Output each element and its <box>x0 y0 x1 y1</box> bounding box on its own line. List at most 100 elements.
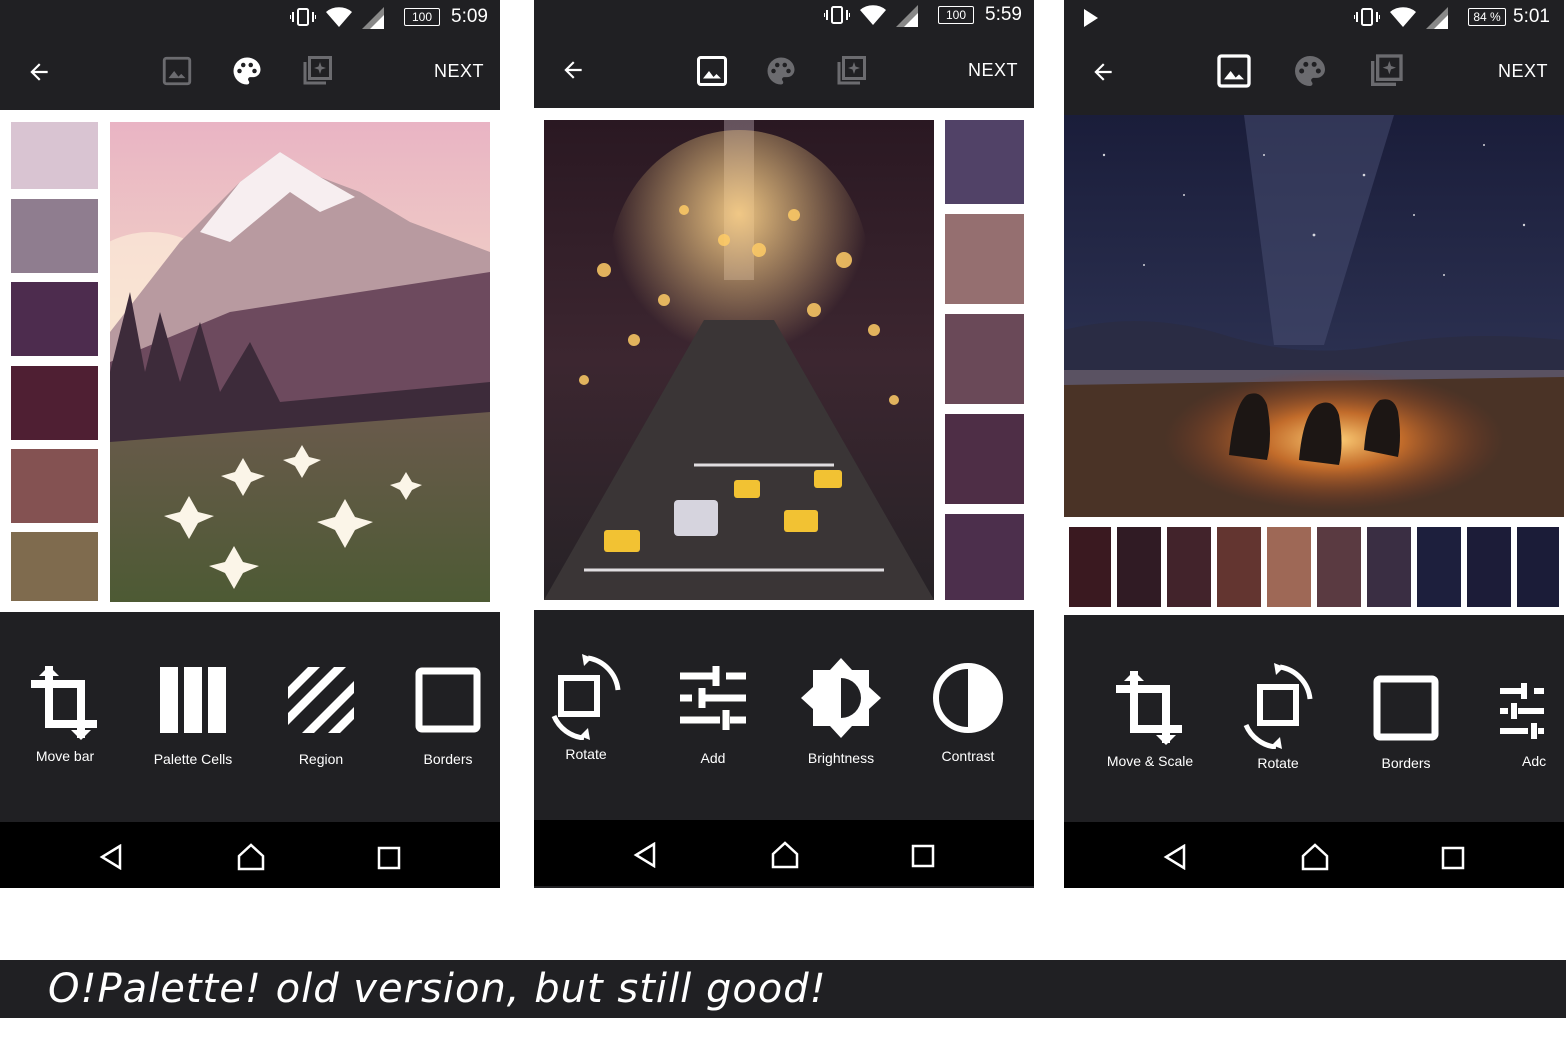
nav-home-icon[interactable] <box>236 842 266 872</box>
tool-label: Brightness <box>807 750 875 766</box>
tool-add[interactable]: Add <box>653 666 773 766</box>
phone-screen-1: 100 5:09 NEXT Move bar Palette Cells Reg… <box>0 0 500 888</box>
tool-region[interactable]: Region <box>261 667 381 767</box>
tool-brightness[interactable]: Brightness <box>781 658 901 766</box>
palette-cell[interactable] <box>1217 527 1261 607</box>
status-time: 5:59 <box>985 4 1022 25</box>
tool-borders[interactable]: Borders <box>1346 675 1466 771</box>
tool-bar: Move bar Palette Cells Region Borders <box>0 612 500 822</box>
crop-icon <box>1116 671 1182 745</box>
palette-cell[interactable] <box>1069 527 1111 607</box>
tab-effects-icon[interactable] <box>1366 51 1406 91</box>
nav-back-icon[interactable] <box>632 842 658 868</box>
palette-cell[interactable] <box>1317 527 1361 607</box>
tool-borders[interactable]: Borders <box>388 667 500 767</box>
tool-label: Borders <box>1381 755 1431 771</box>
tool-label: Contrast <box>941 748 995 764</box>
palette-cell[interactable] <box>11 449 98 523</box>
palette-preview <box>534 108 1034 610</box>
status-bar: 84 % 5:01 <box>1064 0 1564 36</box>
battery-indicator: 84 % <box>1468 8 1506 26</box>
toolbar: NEXT <box>1064 36 1564 110</box>
vibrate-icon <box>290 8 316 26</box>
nav-home-icon[interactable] <box>770 840 800 870</box>
nav-recents-icon[interactable] <box>1441 846 1465 870</box>
system-nav-bar <box>534 820 1034 886</box>
palette-cell[interactable] <box>1167 527 1211 607</box>
palette-cell[interactable] <box>945 414 1024 504</box>
phone-screen-3: 84 % 5:01 NEXT Move & Scale Rotate Borde… <box>1064 0 1564 888</box>
palette-cell[interactable] <box>11 366 98 440</box>
borders-icon <box>415 667 481 733</box>
mountain-photo <box>110 122 490 602</box>
status-time: 5:09 <box>451 6 488 27</box>
palette-cell[interactable] <box>945 314 1024 404</box>
tool-rotate[interactable]: Rotate <box>534 654 646 762</box>
tab-image-icon[interactable] <box>160 54 194 88</box>
tab-image-icon[interactable] <box>1214 51 1254 91</box>
nav-back-icon[interactable] <box>98 844 124 870</box>
palette-cell[interactable] <box>11 282 98 356</box>
battery-indicator: 100 <box>404 8 440 26</box>
tool-label: Add <box>700 750 726 766</box>
tool-contrast[interactable]: Contrast <box>908 662 1028 764</box>
toolbar: NEXT <box>534 36 1034 110</box>
nav-recents-icon[interactable] <box>377 846 401 870</box>
tab-palette-icon[interactable] <box>763 53 799 89</box>
campfire-night-photo <box>1064 115 1564 517</box>
tool-label: Borders <box>423 751 473 767</box>
back-arrow-icon[interactable] <box>26 59 52 85</box>
palette-cell[interactable] <box>11 532 98 601</box>
next-button[interactable]: NEXT <box>1498 61 1548 82</box>
wifi-icon <box>1390 7 1416 27</box>
palette-cell[interactable] <box>1367 527 1411 607</box>
back-arrow-icon[interactable] <box>560 57 586 83</box>
tool-palette-cells[interactable]: Palette Cells <box>133 667 253 767</box>
palette-cell[interactable] <box>945 514 1024 600</box>
palette-cell[interactable] <box>1517 527 1559 607</box>
tab-palette-icon[interactable] <box>229 53 265 89</box>
tune-icon <box>680 666 746 730</box>
palette-cell[interactable] <box>945 214 1024 304</box>
palette-cell[interactable] <box>1467 527 1511 607</box>
tool-move-bar[interactable]: Move bar <box>5 662 125 764</box>
contrast-icon <box>933 663 1003 733</box>
nav-back-icon[interactable] <box>1162 844 1188 870</box>
signal-icon <box>1426 7 1448 29</box>
toolbar: NEXT <box>0 36 500 110</box>
tool-label: Rotate <box>1257 755 1299 771</box>
phone-screen-2: 100 5:59 NEXT Rotate Add Brightness Cont… <box>534 0 1034 888</box>
city-street-photo <box>544 120 934 600</box>
tool-add[interactable]: Adc <box>1474 683 1564 769</box>
palette-cell[interactable] <box>11 199 98 273</box>
palette-cell[interactable] <box>11 122 98 189</box>
tool-label: Move bar <box>35 748 95 764</box>
nav-home-icon[interactable] <box>1300 842 1330 872</box>
tab-effects-icon[interactable] <box>833 53 869 89</box>
status-bar: 100 5:59 <box>534 0 1034 36</box>
rotate-icon <box>551 654 621 740</box>
borders-icon <box>1373 675 1439 741</box>
tool-bar: Rotate Add Brightness Contrast <box>534 610 1034 820</box>
palette-cell[interactable] <box>1267 527 1311 607</box>
vibrate-icon <box>1354 8 1380 26</box>
tab-palette-icon[interactable] <box>1290 51 1330 91</box>
palette-cell[interactable] <box>1417 527 1461 607</box>
status-time: 5:01 <box>1513 6 1550 27</box>
brightness-icon <box>801 658 881 738</box>
tool-rotate[interactable]: Rotate <box>1218 663 1338 771</box>
tool-move-scale[interactable]: Move & Scale <box>1090 667 1210 769</box>
status-bar: 100 5:09 <box>0 0 500 36</box>
palette-cell[interactable] <box>1117 527 1161 607</box>
palette-cell[interactable] <box>945 120 1024 204</box>
next-button[interactable]: NEXT <box>968 60 1018 81</box>
next-button[interactable]: NEXT <box>434 61 484 82</box>
tab-effects-icon[interactable] <box>299 53 335 89</box>
tab-image-icon[interactable] <box>694 53 730 89</box>
nav-recents-icon[interactable] <box>911 844 935 868</box>
back-arrow-icon[interactable] <box>1090 59 1116 85</box>
tool-label: Move & Scale <box>1106 753 1194 769</box>
vibrate-icon <box>824 6 850 24</box>
tool-label: Adc <box>1522 753 1547 769</box>
system-nav-bar <box>0 822 500 888</box>
